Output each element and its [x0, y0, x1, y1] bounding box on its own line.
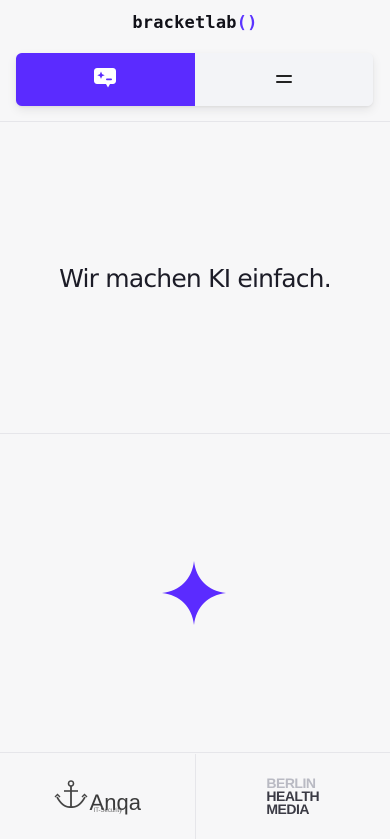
chat-button[interactable]: [16, 53, 195, 106]
sparkle-icon: [162, 561, 226, 629]
hero-section: Wir machen KI einfach.: [0, 123, 390, 434]
nav-segmented-control: [16, 53, 373, 106]
hero-title: Wir machen KI einfach.: [59, 263, 332, 293]
brand-logo-brackets: (): [236, 13, 258, 33]
chat-sparkle-icon: [92, 66, 118, 93]
menu-button[interactable]: [194, 53, 373, 106]
anqa-logo: Anqa IT-Security: [54, 779, 141, 814]
brand-logo[interactable]: bracketlab(): [0, 13, 390, 33]
anchor-icon: [54, 779, 88, 814]
bhm-line-3: MEDIA: [266, 801, 309, 818]
menu-icon: [275, 72, 293, 87]
client-logo-anqa: Anqa IT-Security: [0, 754, 195, 839]
bhm-logo: BERLIN HEALTH MEDIA: [266, 775, 319, 818]
anqa-tagline: IT-Security: [93, 807, 123, 814]
brand-logo-text: bracketlab: [132, 13, 237, 33]
client-logo-berlin-health-media: BERLIN HEALTH MEDIA: [194, 754, 390, 839]
site-header: bracketlab(): [0, 0, 390, 122]
client-logos: Anqa IT-Security BERLIN HEALTH MEDIA: [0, 754, 390, 839]
